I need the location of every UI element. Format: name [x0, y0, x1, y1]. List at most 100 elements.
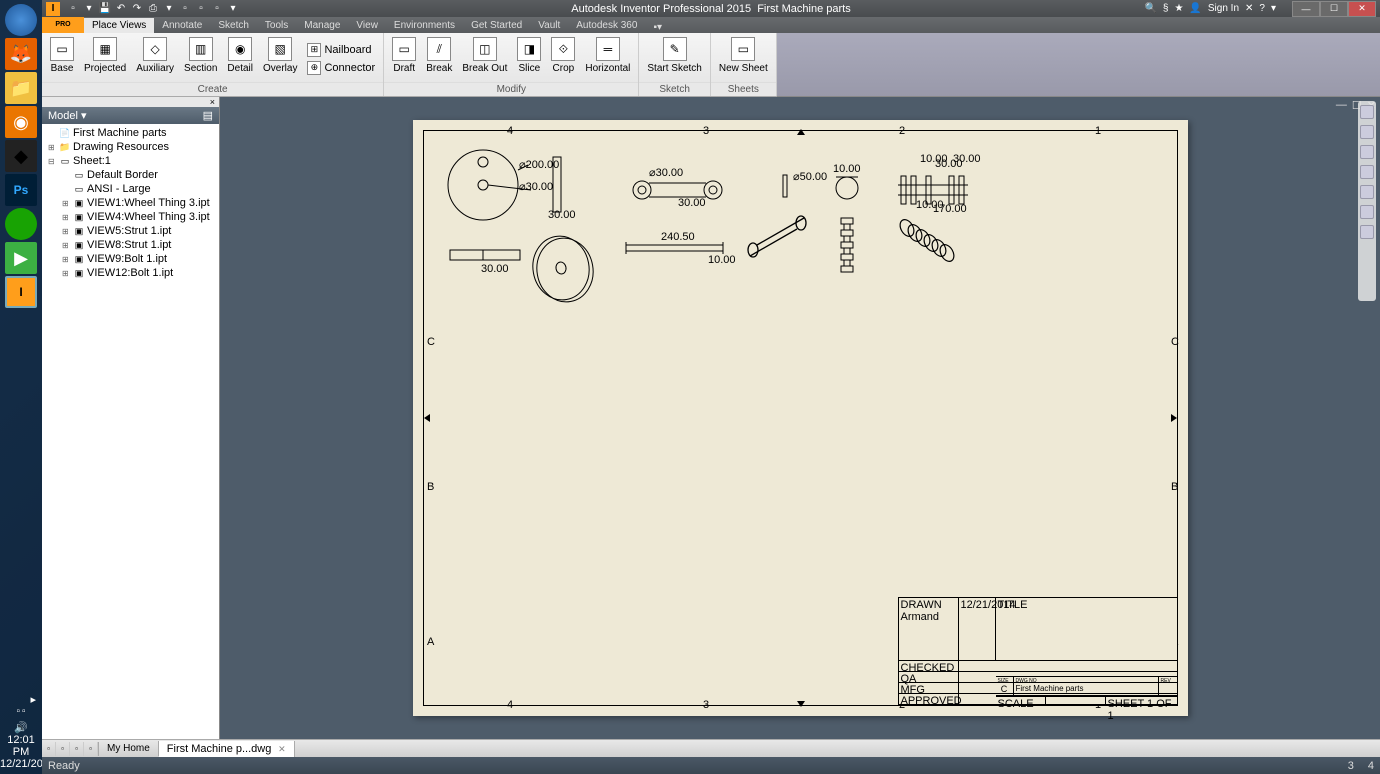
ribbon-tab-environments[interactable]: Environments [386, 18, 463, 33]
tree-node[interactable]: 📄First Machine parts [44, 126, 217, 140]
qat-redo-icon[interactable]: ↷ [130, 2, 144, 16]
key-icon[interactable]: § [1163, 3, 1169, 14]
doc-minimize-icon[interactable]: — [1334, 99, 1349, 112]
overlay-button[interactable]: ▧Overlay [259, 35, 301, 82]
star-icon[interactable]: ★ [1174, 3, 1183, 14]
tree-node[interactable]: ▭ANSI - Large [44, 182, 217, 196]
browser-close-bar[interactable]: × [42, 97, 219, 107]
clock-date[interactable]: 12/21/2014 [0, 758, 42, 770]
tab-close-icon[interactable]: ✕ [278, 744, 286, 754]
qat-undo-icon[interactable]: ↶ [114, 2, 128, 16]
ribbon-tab-vault[interactable]: Vault [530, 18, 568, 33]
tab-my-home[interactable]: My Home [99, 741, 159, 756]
ribbon-tab-manage[interactable]: Manage [296, 18, 348, 33]
tree-node[interactable]: ⊞📁Drawing Resources [44, 140, 217, 154]
qat-dropdown-icon[interactable]: ▾ [226, 2, 240, 16]
breakout-button[interactable]: ◫Break Out [458, 35, 511, 82]
slice-button[interactable]: ◨Slice [513, 35, 545, 82]
qat-open-icon[interactable]: ▾ [82, 2, 96, 16]
close-button[interactable]: ✕ [1348, 1, 1376, 17]
tree-node[interactable]: ⊞▣VIEW4:Wheel Thing 3.ipt [44, 210, 217, 224]
clock-time[interactable]: 12:01 PM [0, 734, 42, 758]
connector-button[interactable]: ⊕Connector [303, 60, 379, 76]
ribbon-tab-annotate[interactable]: Annotate [154, 18, 210, 33]
tab-first-icon[interactable]: ▫ [42, 742, 56, 756]
tree-node[interactable]: ⊞▣VIEW8:Strut 1.ipt [44, 238, 217, 252]
libreoffice-icon[interactable] [5, 208, 37, 240]
drawing-canvas[interactable]: — ☐ ✕ 4 3 2 1 4 3 2 1 C B A [220, 97, 1380, 739]
start-sketch-button[interactable]: ✎Start Sketch [643, 35, 705, 82]
sign-in-link[interactable]: Sign In [1208, 3, 1239, 14]
help-icon[interactable]: ? [1259, 3, 1265, 14]
qat-save-icon[interactable]: 💾 [98, 2, 112, 16]
auxiliary-button[interactable]: ◇Auxiliary [132, 35, 178, 82]
nav-button[interactable] [1360, 205, 1374, 219]
crop-button[interactable]: ⟐Crop [547, 35, 579, 82]
tree-toggle-icon[interactable]: ⊞ [48, 143, 57, 152]
user-icon[interactable]: 👤 [1189, 3, 1201, 14]
tree-toggle-icon[interactable]: ⊟ [48, 157, 57, 166]
firefox-icon[interactable]: 🦊 [5, 38, 37, 70]
blender-icon[interactable]: ◉ [5, 106, 37, 138]
tree-toggle-icon[interactable]: ⊞ [62, 199, 71, 208]
qat-icon[interactable]: ▫ [194, 2, 208, 16]
qat-icon[interactable]: ▫ [178, 2, 192, 16]
tab-last-icon[interactable]: ▫ [84, 742, 98, 756]
nav-home-icon[interactable] [1360, 105, 1374, 119]
start-button[interactable] [5, 4, 37, 36]
tray-icon[interactable]: ▫ [22, 706, 26, 717]
qat-icon[interactable]: ▾ [162, 2, 176, 16]
drawing-sheet[interactable]: 4 3 2 1 4 3 2 1 C B A C B A [413, 120, 1188, 716]
explorer-icon[interactable]: 📁 [5, 72, 37, 104]
horizontal-button[interactable]: ═Horizontal [581, 35, 634, 82]
tab-document[interactable]: First Machine p...dwg ✕ [159, 741, 295, 757]
tray-arrow[interactable]: ▸ [0, 693, 42, 706]
exchange-icon[interactable]: ✕ [1245, 3, 1253, 14]
tab-prev-icon[interactable]: ▫ [56, 742, 70, 756]
break-button[interactable]: ⫽Break [422, 35, 456, 82]
browser-header[interactable]: Model ▾ ▤ [42, 107, 219, 124]
tree-node[interactable]: ⊞▣VIEW5:Strut 1.ipt [44, 224, 217, 238]
ribbon-tab-view[interactable]: View [348, 18, 386, 33]
tree-node[interactable]: ⊞▣VIEW9:Bolt 1.ipt [44, 252, 217, 266]
qat-print-icon[interactable]: ⎙ [146, 2, 160, 16]
pro-badge[interactable]: PRO [42, 17, 84, 33]
qat-icon[interactable]: ▫ [210, 2, 224, 16]
new-sheet-button[interactable]: ▭New Sheet [715, 35, 772, 82]
tree-node[interactable]: ⊞▣VIEW1:Wheel Thing 3.ipt [44, 196, 217, 210]
tree-toggle-icon[interactable]: ⊞ [62, 213, 71, 222]
media-icon[interactable]: ▶ [5, 242, 37, 274]
tab-next-icon[interactable]: ▫ [70, 742, 84, 756]
nav-pan-icon[interactable] [1360, 145, 1374, 159]
help-dropdown-icon[interactable]: ▾ [1271, 3, 1276, 14]
tree-node[interactable]: ▭Default Border [44, 168, 217, 182]
nav-zoom-icon[interactable] [1360, 165, 1374, 179]
tray-icon[interactable]: ▫ [16, 706, 20, 717]
search-icon[interactable]: 🔍 [1144, 3, 1156, 14]
appearance-dropdown[interactable]: ▪▾ [653, 22, 662, 33]
ribbon-tab-sketch[interactable]: Sketch [210, 18, 257, 33]
ribbon-tab-get-started[interactable]: Get Started [463, 18, 530, 33]
base-button[interactable]: ▭Base [46, 35, 78, 82]
ribbon-tab-autodesk-360[interactable]: Autodesk 360 [568, 18, 645, 33]
nav-orbit-icon[interactable] [1360, 125, 1374, 139]
maximize-button[interactable]: ☐ [1320, 1, 1348, 17]
volume-icon[interactable]: 🔊 [0, 721, 42, 734]
draft-button[interactable]: ▭Draft [388, 35, 420, 82]
detail-button[interactable]: ◉Detail [223, 35, 257, 82]
qat-new-icon[interactable]: ▫ [66, 2, 80, 16]
ribbon-tab-tools[interactable]: Tools [257, 18, 296, 33]
tree-toggle-icon[interactable]: ⊞ [62, 255, 71, 264]
projected-button[interactable]: ▦Projected [80, 35, 130, 82]
tree-node[interactable]: ⊞▣VIEW12:Bolt 1.ipt [44, 266, 217, 280]
app-icon[interactable]: ◆ [5, 140, 37, 172]
app-logo[interactable]: I [46, 2, 60, 16]
browser-panel-icon[interactable]: ▤ [203, 109, 213, 122]
nav-button[interactable] [1360, 225, 1374, 239]
minimize-button[interactable]: — [1292, 1, 1320, 17]
tree-toggle-icon[interactable]: ⊞ [62, 241, 71, 250]
section-button[interactable]: ▥Section [180, 35, 221, 82]
ribbon-tab-place-views[interactable]: Place Views [84, 18, 154, 33]
tree-toggle-icon[interactable]: ⊞ [62, 269, 71, 278]
inventor-taskbar-icon[interactable]: I [5, 276, 37, 308]
